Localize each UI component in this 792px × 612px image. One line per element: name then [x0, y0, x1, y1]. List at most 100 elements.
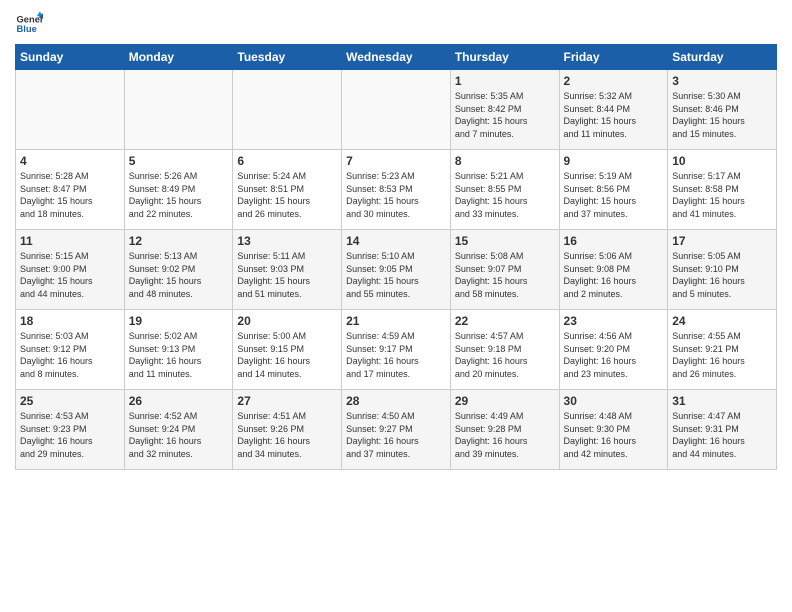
day-number: 1 — [455, 74, 555, 88]
calendar-cell: 27 Sunrise: 4:51 AM Sunset: 9:26 PM Dayli… — [233, 390, 342, 470]
calendar-cell: 8Sunrise: 5:21 AM Sunset: 8:55 PM Daylig… — [450, 150, 559, 230]
calendar-cell: 21Sunrise: 4:59 AM Sunset: 9:17 PM Dayli… — [342, 310, 451, 390]
day-number: 9 — [564, 154, 664, 168]
day-content: Sunrise: 5:26 AM Sunset: 8:49 PM Dayligh… — [129, 170, 229, 220]
day-number: 10 — [672, 154, 772, 168]
day-number: 19 — [129, 314, 229, 328]
day-content: Sunrise: 5:11 AM Sunset: 9:03 PM Dayligh… — [237, 250, 337, 300]
day-content: Sunrise: 4:55 AM Sunset: 9:21 PM Dayligh… — [672, 330, 772, 380]
day-number: 16 — [564, 234, 664, 248]
svg-text:Blue: Blue — [17, 24, 37, 34]
day-content: Sunrise: 5:17 AM Sunset: 8:58 PM Dayligh… — [672, 170, 772, 220]
calendar-weekday-tuesday: Tuesday — [233, 45, 342, 70]
day-content: Sunrise: 4:50 AM Sunset: 9:27 PM Dayligh… — [346, 410, 446, 460]
day-number: 2 — [564, 74, 664, 88]
day-number: 23 — [564, 314, 664, 328]
calendar-cell: 20Sunrise: 5:00 AM Sunset: 9:15 PM Dayli… — [233, 310, 342, 390]
day-number: 6 — [237, 154, 337, 168]
calendar-weekday-saturday: Saturday — [668, 45, 777, 70]
day-content: Sunrise: 5:30 AM Sunset: 8:46 PM Dayligh… — [672, 90, 772, 140]
day-content: Sunrise: 5:13 AM Sunset: 9:02 PM Dayligh… — [129, 250, 229, 300]
calendar-cell: 15Sunrise: 5:08 AM Sunset: 9:07 PM Dayli… — [450, 230, 559, 310]
calendar-cell: 22 Sunrise: 4:57 AM Sunset: 9:18 PM Dayli… — [450, 310, 559, 390]
day-content: Sunrise: 5:08 AM Sunset: 9:07 PM Dayligh… — [455, 250, 555, 300]
calendar-weekday-wednesday: Wednesday — [342, 45, 451, 70]
day-number: 30 — [564, 394, 664, 408]
day-content: Sunrise: 4:53 AM Sunset: 9:23 PM Dayligh… — [20, 410, 120, 460]
day-content: Sunrise: 5:06 AM Sunset: 9:08 PM Dayligh… — [564, 250, 664, 300]
calendar-cell: 31 Sunrise: 4:47 AM Sunset: 9:31 PM Dayli… — [668, 390, 777, 470]
calendar-header-row: SundayMondayTuesdayWednesdayThursdayFrid… — [16, 45, 777, 70]
calendar-cell: 17Sunrise: 5:05 AM Sunset: 9:10 PM Dayli… — [668, 230, 777, 310]
calendar-cell: 19 Sunrise: 5:02 AM Sunset: 9:13 PM Dayli… — [124, 310, 233, 390]
day-number: 7 — [346, 154, 446, 168]
calendar-cell: 4 Sunrise: 5:28 AM Sunset: 8:47 PM Daylig… — [16, 150, 125, 230]
calendar-cell: 11 Sunrise: 5:15 AM Sunset: 9:00 PM Dayli… — [16, 230, 125, 310]
day-number: 27 — [237, 394, 337, 408]
calendar-weekday-monday: Monday — [124, 45, 233, 70]
calendar-cell: 13 Sunrise: 5:11 AM Sunset: 9:03 PM Dayli… — [233, 230, 342, 310]
day-content: Sunrise: 5:19 AM Sunset: 8:56 PM Dayligh… — [564, 170, 664, 220]
calendar-cell: 7 Sunrise: 5:23 AM Sunset: 8:53 PM Daylig… — [342, 150, 451, 230]
day-number: 17 — [672, 234, 772, 248]
day-number: 25 — [20, 394, 120, 408]
calendar-cell: 6 Sunrise: 5:24 AM Sunset: 8:51 PM Daylig… — [233, 150, 342, 230]
calendar-cell: 24 Sunrise: 4:55 AM Sunset: 9:21 PM Dayli… — [668, 310, 777, 390]
calendar-cell: 12 Sunrise: 5:13 AM Sunset: 9:02 PM Dayli… — [124, 230, 233, 310]
day-content: Sunrise: 4:52 AM Sunset: 9:24 PM Dayligh… — [129, 410, 229, 460]
calendar-cell: 28Sunrise: 4:50 AM Sunset: 9:27 PM Dayli… — [342, 390, 451, 470]
day-content: Sunrise: 5:23 AM Sunset: 8:53 PM Dayligh… — [346, 170, 446, 220]
header: General Blue — [15, 10, 777, 38]
calendar-cell: 3 Sunrise: 5:30 AM Sunset: 8:46 PM Daylig… — [668, 70, 777, 150]
day-content: Sunrise: 4:49 AM Sunset: 9:28 PM Dayligh… — [455, 410, 555, 460]
calendar-week-2: 4 Sunrise: 5:28 AM Sunset: 8:47 PM Daylig… — [16, 150, 777, 230]
calendar-cell: 23Sunrise: 4:56 AM Sunset: 9:20 PM Dayli… — [559, 310, 668, 390]
day-number: 12 — [129, 234, 229, 248]
day-number: 26 — [129, 394, 229, 408]
calendar-cell: 29 Sunrise: 4:49 AM Sunset: 9:28 PM Dayli… — [450, 390, 559, 470]
calendar-table: SundayMondayTuesdayWednesdayThursdayFrid… — [15, 44, 777, 470]
day-content: Sunrise: 4:57 AM Sunset: 9:18 PM Dayligh… — [455, 330, 555, 380]
day-number: 11 — [20, 234, 120, 248]
day-number: 24 — [672, 314, 772, 328]
calendar-cell — [342, 70, 451, 150]
day-content: Sunrise: 5:32 AM Sunset: 8:44 PM Dayligh… — [564, 90, 664, 140]
calendar-week-4: 18 Sunrise: 5:03 AM Sunset: 9:12 PM Dayli… — [16, 310, 777, 390]
calendar-cell — [16, 70, 125, 150]
day-number: 18 — [20, 314, 120, 328]
calendar-cell: 10 Sunrise: 5:17 AM Sunset: 8:58 PM Dayli… — [668, 150, 777, 230]
logo: General Blue — [15, 10, 43, 38]
day-content: Sunrise: 4:51 AM Sunset: 9:26 PM Dayligh… — [237, 410, 337, 460]
day-content: Sunrise: 5:28 AM Sunset: 8:47 PM Dayligh… — [20, 170, 120, 220]
day-number: 5 — [129, 154, 229, 168]
day-number: 13 — [237, 234, 337, 248]
day-content: Sunrise: 5:15 AM Sunset: 9:00 PM Dayligh… — [20, 250, 120, 300]
day-content: Sunrise: 5:03 AM Sunset: 9:12 PM Dayligh… — [20, 330, 120, 380]
calendar-weekday-friday: Friday — [559, 45, 668, 70]
calendar-cell: 9 Sunrise: 5:19 AM Sunset: 8:56 PM Daylig… — [559, 150, 668, 230]
day-number: 14 — [346, 234, 446, 248]
day-content: Sunrise: 5:10 AM Sunset: 9:05 PM Dayligh… — [346, 250, 446, 300]
day-content: Sunrise: 5:24 AM Sunset: 8:51 PM Dayligh… — [237, 170, 337, 220]
day-number: 22 — [455, 314, 555, 328]
calendar-cell: 14 Sunrise: 5:10 AM Sunset: 9:05 PM Dayli… — [342, 230, 451, 310]
calendar-weekday-sunday: Sunday — [16, 45, 125, 70]
day-content: Sunrise: 4:48 AM Sunset: 9:30 PM Dayligh… — [564, 410, 664, 460]
logo-icon: General Blue — [15, 10, 43, 38]
day-number: 21 — [346, 314, 446, 328]
calendar-cell — [233, 70, 342, 150]
calendar-cell: 26 Sunrise: 4:52 AM Sunset: 9:24 PM Dayli… — [124, 390, 233, 470]
day-content: Sunrise: 4:47 AM Sunset: 9:31 PM Dayligh… — [672, 410, 772, 460]
calendar-cell: 16 Sunrise: 5:06 AM Sunset: 9:08 PM Dayli… — [559, 230, 668, 310]
calendar-cell: 30 Sunrise: 4:48 AM Sunset: 9:30 PM Dayli… — [559, 390, 668, 470]
calendar-weekday-thursday: Thursday — [450, 45, 559, 70]
calendar-week-1: 1Sunrise: 5:35 AM Sunset: 8:42 PM Daylig… — [16, 70, 777, 150]
day-content: Sunrise: 5:00 AM Sunset: 9:15 PM Dayligh… — [237, 330, 337, 380]
day-number: 4 — [20, 154, 120, 168]
calendar-week-5: 25 Sunrise: 4:53 AM Sunset: 9:23 PM Dayli… — [16, 390, 777, 470]
day-number: 29 — [455, 394, 555, 408]
day-number: 8 — [455, 154, 555, 168]
day-content: Sunrise: 5:02 AM Sunset: 9:13 PM Dayligh… — [129, 330, 229, 380]
day-number: 31 — [672, 394, 772, 408]
day-number: 3 — [672, 74, 772, 88]
